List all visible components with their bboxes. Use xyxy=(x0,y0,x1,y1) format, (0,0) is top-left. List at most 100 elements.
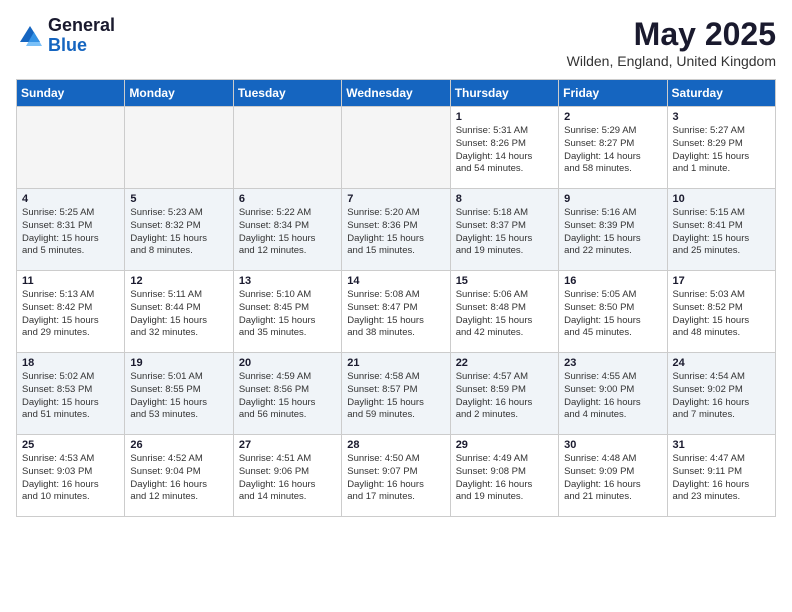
day-info: Sunrise: 4:59 AM Sunset: 8:56 PM Dayligh… xyxy=(239,371,336,422)
calendar-cell: 27Sunrise: 4:51 AM Sunset: 9:06 PM Dayli… xyxy=(233,435,341,517)
week-row: 11 Sunrise: 5:13 AM Sunset: 8:42 PM Dayli… xyxy=(17,271,776,353)
day-number: 16 xyxy=(564,275,661,287)
title-block: May 2025 Wilden, England, United Kingdom xyxy=(567,16,776,69)
day-number: 6 xyxy=(239,193,336,205)
calendar-cell: 18 Sunrise: 5:02 AM Sunset: 8:53 PM Dayli… xyxy=(17,353,125,435)
logo-text: General Blue xyxy=(48,16,115,56)
calendar-cell xyxy=(342,107,450,189)
day-info: Sunrise: 4:50 AM Sunset: 9:07 PM Dayligh… xyxy=(347,453,444,504)
day-info: Sunrise: 4:57 AM Sunset: 8:59 PM Dayligh… xyxy=(456,371,553,422)
day-info: Sunrise: 5:27 AM Sunset: 8:29 PM Dayligh… xyxy=(673,125,770,176)
day-number: 19 xyxy=(130,357,227,369)
day-info: Sunrise: 5:10 AM Sunset: 8:45 PM Dayligh… xyxy=(239,289,336,340)
day-number: 9 xyxy=(564,193,661,205)
week-row: 1Sunrise: 5:31 AM Sunset: 8:26 PM Daylig… xyxy=(17,107,776,189)
col-header-saturday: Saturday xyxy=(667,80,775,107)
calendar-cell: 21 Sunrise: 4:58 AM Sunset: 8:57 PM Dayli… xyxy=(342,353,450,435)
day-info: Sunrise: 4:48 AM Sunset: 9:09 PM Dayligh… xyxy=(564,453,661,504)
logo-blue: Blue xyxy=(48,36,115,56)
location: Wilden, England, United Kingdom xyxy=(567,53,776,69)
day-info: Sunrise: 5:25 AM Sunset: 8:31 PM Dayligh… xyxy=(22,207,119,258)
day-info: Sunrise: 5:02 AM Sunset: 8:53 PM Dayligh… xyxy=(22,371,119,422)
calendar-cell: 11 Sunrise: 5:13 AM Sunset: 8:42 PM Dayli… xyxy=(17,271,125,353)
calendar-cell: 22 Sunrise: 4:57 AM Sunset: 8:59 PM Dayli… xyxy=(450,353,558,435)
day-number: 22 xyxy=(456,357,553,369)
day-number: 7 xyxy=(347,193,444,205)
week-row: 4 Sunrise: 5:25 AM Sunset: 8:31 PM Daylig… xyxy=(17,189,776,271)
day-number: 15 xyxy=(456,275,553,287)
day-info: Sunrise: 4:55 AM Sunset: 9:00 PM Dayligh… xyxy=(564,371,661,422)
day-number: 10 xyxy=(673,193,770,205)
day-number: 30 xyxy=(564,439,661,451)
day-info: Sunrise: 4:49 AM Sunset: 9:08 PM Dayligh… xyxy=(456,453,553,504)
day-number: 8 xyxy=(456,193,553,205)
day-number: 26 xyxy=(130,439,227,451)
day-info: Sunrise: 5:29 AM Sunset: 8:27 PM Dayligh… xyxy=(564,125,661,176)
calendar-cell: 16 Sunrise: 5:05 AM Sunset: 8:50 PM Dayli… xyxy=(559,271,667,353)
col-header-thursday: Thursday xyxy=(450,80,558,107)
day-number: 28 xyxy=(347,439,444,451)
calendar-cell: 4 Sunrise: 5:25 AM Sunset: 8:31 PM Daylig… xyxy=(17,189,125,271)
calendar-cell xyxy=(17,107,125,189)
calendar-cell xyxy=(125,107,233,189)
calendar-cell: 24 Sunrise: 4:54 AM Sunset: 9:02 PM Dayli… xyxy=(667,353,775,435)
month-title: May 2025 xyxy=(567,16,776,53)
day-number: 29 xyxy=(456,439,553,451)
day-number: 3 xyxy=(673,111,770,123)
calendar-cell: 6Sunrise: 5:22 AM Sunset: 8:34 PM Daylig… xyxy=(233,189,341,271)
day-info: Sunrise: 5:15 AM Sunset: 8:41 PM Dayligh… xyxy=(673,207,770,258)
day-number: 5 xyxy=(130,193,227,205)
day-number: 18 xyxy=(22,357,119,369)
page-header: General Blue May 2025 Wilden, England, U… xyxy=(16,16,776,69)
day-number: 23 xyxy=(564,357,661,369)
calendar-cell: 8Sunrise: 5:18 AM Sunset: 8:37 PM Daylig… xyxy=(450,189,558,271)
day-info: Sunrise: 5:05 AM Sunset: 8:50 PM Dayligh… xyxy=(564,289,661,340)
day-info: Sunrise: 4:47 AM Sunset: 9:11 PM Dayligh… xyxy=(673,453,770,504)
calendar-cell: 12 Sunrise: 5:11 AM Sunset: 8:44 PM Dayli… xyxy=(125,271,233,353)
day-info: Sunrise: 4:54 AM Sunset: 9:02 PM Dayligh… xyxy=(673,371,770,422)
day-info: Sunrise: 5:23 AM Sunset: 8:32 PM Dayligh… xyxy=(130,207,227,258)
day-info: Sunrise: 5:03 AM Sunset: 8:52 PM Dayligh… xyxy=(673,289,770,340)
calendar-cell: 9 Sunrise: 5:16 AM Sunset: 8:39 PM Daylig… xyxy=(559,189,667,271)
day-info: Sunrise: 5:16 AM Sunset: 8:39 PM Dayligh… xyxy=(564,207,661,258)
day-info: Sunrise: 5:08 AM Sunset: 8:47 PM Dayligh… xyxy=(347,289,444,340)
day-info: Sunrise: 5:06 AM Sunset: 8:48 PM Dayligh… xyxy=(456,289,553,340)
day-number: 17 xyxy=(673,275,770,287)
day-number: 11 xyxy=(22,275,119,287)
calendar-cell: 30 Sunrise: 4:48 AM Sunset: 9:09 PM Dayli… xyxy=(559,435,667,517)
week-row: 25 Sunrise: 4:53 AM Sunset: 9:03 PM Dayli… xyxy=(17,435,776,517)
col-header-friday: Friday xyxy=(559,80,667,107)
day-number: 20 xyxy=(239,357,336,369)
day-info: Sunrise: 5:13 AM Sunset: 8:42 PM Dayligh… xyxy=(22,289,119,340)
calendar-cell: 19 Sunrise: 5:01 AM Sunset: 8:55 PM Dayli… xyxy=(125,353,233,435)
day-info: Sunrise: 4:58 AM Sunset: 8:57 PM Dayligh… xyxy=(347,371,444,422)
day-info: Sunrise: 5:31 AM Sunset: 8:26 PM Dayligh… xyxy=(456,125,553,176)
day-number: 2 xyxy=(564,111,661,123)
calendar-cell: 10 Sunrise: 5:15 AM Sunset: 8:41 PM Dayli… xyxy=(667,189,775,271)
day-info: Sunrise: 5:01 AM Sunset: 8:55 PM Dayligh… xyxy=(130,371,227,422)
day-info: Sunrise: 5:11 AM Sunset: 8:44 PM Dayligh… xyxy=(130,289,227,340)
calendar-cell: 29 Sunrise: 4:49 AM Sunset: 9:08 PM Dayli… xyxy=(450,435,558,517)
logo-general: General xyxy=(48,16,115,36)
day-number: 31 xyxy=(673,439,770,451)
calendar-cell xyxy=(233,107,341,189)
calendar-cell: 31 Sunrise: 4:47 AM Sunset: 9:11 PM Dayli… xyxy=(667,435,775,517)
day-info: Sunrise: 4:53 AM Sunset: 9:03 PM Dayligh… xyxy=(22,453,119,504)
day-number: 12 xyxy=(130,275,227,287)
col-header-monday: Monday xyxy=(125,80,233,107)
calendar-cell: 13Sunrise: 5:10 AM Sunset: 8:45 PM Dayli… xyxy=(233,271,341,353)
calendar-cell: 1Sunrise: 5:31 AM Sunset: 8:26 PM Daylig… xyxy=(450,107,558,189)
calendar-cell: 5 Sunrise: 5:23 AM Sunset: 8:32 PM Daylig… xyxy=(125,189,233,271)
day-number: 24 xyxy=(673,357,770,369)
logo-icon xyxy=(16,22,44,50)
day-number: 4 xyxy=(22,193,119,205)
calendar-table: SundayMondayTuesdayWednesdayThursdayFrid… xyxy=(16,79,776,517)
col-header-tuesday: Tuesday xyxy=(233,80,341,107)
day-info: Sunrise: 5:20 AM Sunset: 8:36 PM Dayligh… xyxy=(347,207,444,258)
calendar-cell: 7 Sunrise: 5:20 AM Sunset: 8:36 PM Daylig… xyxy=(342,189,450,271)
col-header-sunday: Sunday xyxy=(17,80,125,107)
day-number: 21 xyxy=(347,357,444,369)
day-number: 14 xyxy=(347,275,444,287)
calendar-cell: 2 Sunrise: 5:29 AM Sunset: 8:27 PM Daylig… xyxy=(559,107,667,189)
day-number: 25 xyxy=(22,439,119,451)
